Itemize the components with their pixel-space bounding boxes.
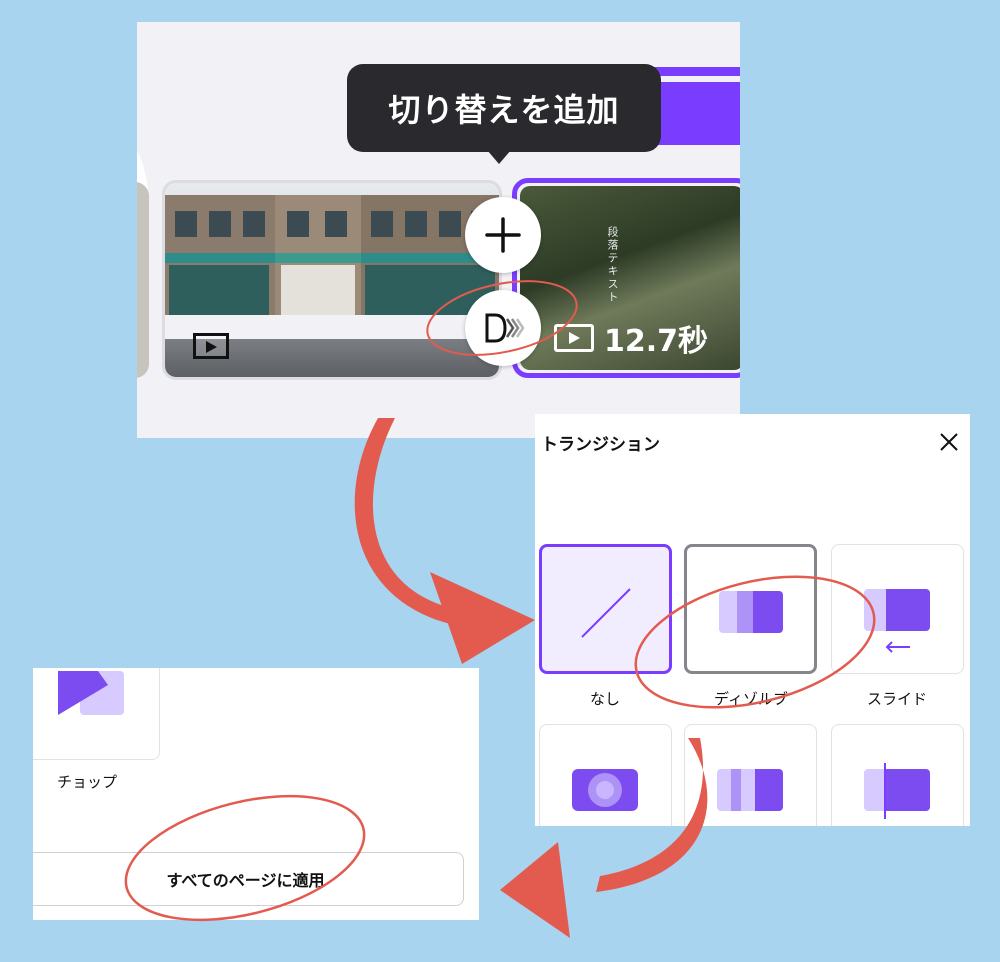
add-transition-button[interactable] — [465, 197, 541, 273]
transition-option-label: ディゾルブ — [714, 690, 788, 708]
transition-option-label: なし — [589, 690, 620, 708]
transition-option-slide[interactable] — [831, 544, 964, 674]
none-icon — [581, 588, 631, 638]
timeline-panel: 段落テキスト 12.7秒 切り替えを追加 — [137, 22, 740, 438]
panel-title: トランジション — [541, 435, 660, 455]
transition-icon — [485, 313, 525, 343]
line-wipe-icon-layer — [886, 769, 930, 811]
apply-to-all-pages-button[interactable]: すべてのページに適用 — [33, 852, 464, 906]
curved-arrow — [354, 418, 470, 628]
wipe-icon-layer — [731, 769, 741, 811]
apply-panel: チョップ すべてのページに適用 — [33, 668, 479, 920]
transition-option-line-wipe[interactable] — [831, 724, 964, 826]
line-wipe-icon — [864, 769, 886, 811]
building — [165, 195, 275, 315]
add-transition-tooltip: 切り替えを追加 — [347, 64, 661, 152]
building — [275, 195, 361, 315]
line-wipe-icon-line — [884, 763, 886, 819]
video-icon — [193, 333, 229, 359]
transition-option-chop[interactable] — [33, 668, 160, 760]
transition-option-label: チョップ — [57, 773, 118, 791]
transition-option-circle[interactable] — [539, 724, 672, 826]
transition-option-wipe[interactable] — [684, 724, 817, 826]
clip-thumbnail-street[interactable] — [162, 180, 502, 380]
chop-icon — [58, 671, 124, 715]
circle-wipe-icon-center — [596, 781, 614, 799]
close-icon — [940, 433, 958, 451]
tooltip-tail — [487, 150, 511, 164]
wipe-icon-layer — [755, 769, 783, 811]
transition-option-none[interactable] — [539, 544, 672, 674]
plus-icon — [485, 217, 521, 253]
video-icon — [554, 324, 594, 352]
clip-overlay-text: 段落テキスト — [606, 226, 619, 304]
dissolve-icon-layer — [753, 591, 783, 633]
arrow-head — [430, 572, 535, 664]
wipe-icon-layer — [741, 769, 755, 811]
duration-label: 12.7秒 — [604, 324, 709, 359]
transition-option-label: スライド — [866, 690, 927, 708]
previous-clip-thumbnail[interactable] — [137, 182, 149, 378]
close-button[interactable] — [933, 426, 965, 458]
clip-thumbnail-selected[interactable]: 段落テキスト 12.7秒 — [512, 178, 740, 378]
transition-panel: トランジション なし ディゾルブ スライド — [535, 414, 970, 826]
arrow-head — [500, 842, 570, 938]
clip-image: 段落テキスト 12.7秒 — [520, 186, 740, 370]
slide-icon-layer — [886, 589, 930, 631]
transition-option-dissolve[interactable] — [684, 544, 817, 674]
transition-button[interactable] — [465, 290, 541, 366]
arrow-left-icon — [885, 641, 910, 653]
